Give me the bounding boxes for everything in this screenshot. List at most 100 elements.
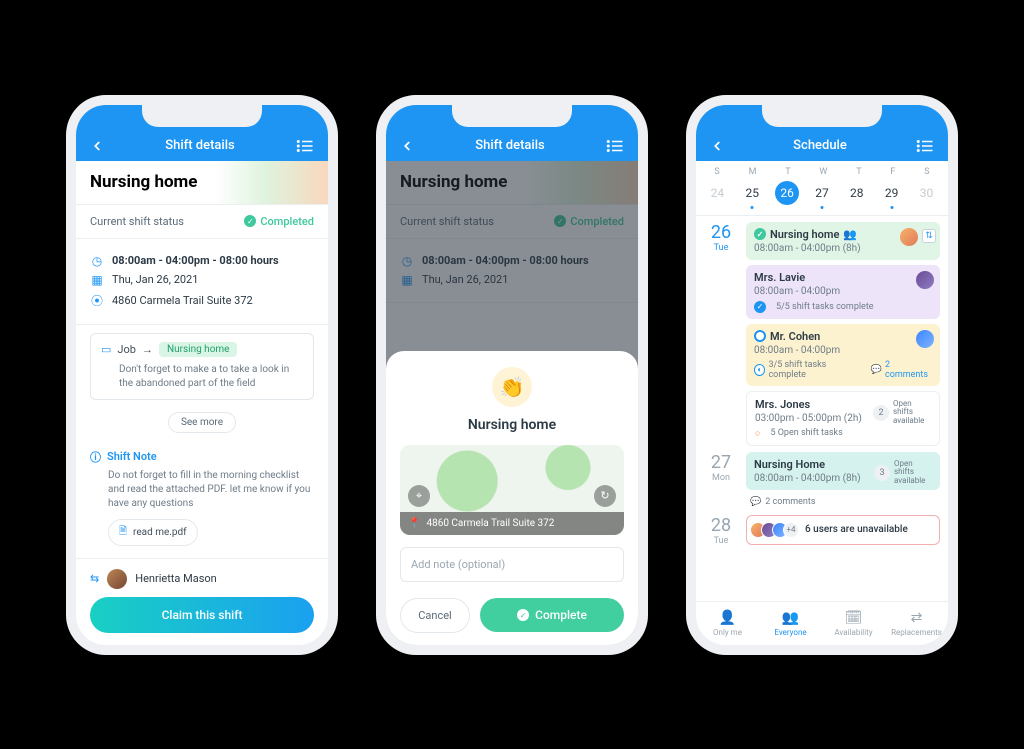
shift-title: Nursing home [90,172,197,192]
back-icon[interactable] [90,139,104,153]
shift-card[interactable]: Nursing Home 08:00am - 04:00pm (8h) 3 Op… [746,452,940,490]
cal-day[interactable]: 29 [880,181,904,205]
avatar [916,330,934,348]
comments-text: 2 comments [765,497,815,507]
cal-day[interactable]: 28 [845,181,869,205]
back-icon[interactable] [710,139,724,153]
avatar [916,271,934,289]
tasks-text: 5 Open shift tasks [770,428,842,438]
attachment-chip[interactable]: 🗎 read me.pdf [108,519,198,546]
menu-list-icon[interactable] [916,139,934,153]
shift-note-block: ⓘ Shift Note Do not forget to fill in th… [76,441,328,559]
shift-card[interactable]: ✓Nursing home 👥 08:00am - 04:00pm (8h) ⇅ [746,222,940,260]
open-shifts-badge: 2 Open shifts available [873,400,933,426]
ring-icon [754,330,766,342]
assigned-user-row[interactable]: ⇆ Henrietta Mason [76,559,328,599]
day-label: 27 Mon [704,452,738,509]
avatar [900,228,918,246]
status-value-wrap: ✓ Completed [244,215,314,228]
cal-day[interactable]: 25 [740,181,764,205]
device-notch [452,105,572,127]
weekday: M [749,167,757,177]
day-num: 27 [704,452,738,473]
unavailable-card[interactable]: +4 6 users are unavailable [746,515,940,545]
see-more-button[interactable]: See more [168,412,236,433]
users-icon: 👥 [782,610,799,626]
claim-shift-button[interactable]: Claim this shift [90,597,314,633]
shift-card[interactable]: Mr. Cohen 08:00am - 04:00pm ◐3/5 shift t… [746,324,940,386]
menu-list-icon[interactable] [606,139,624,153]
open-count: 3 [874,465,890,481]
sheet-title: Nursing home [400,417,624,433]
nav-label: Everyone [774,628,806,637]
nav-replacements[interactable]: ⇄Replacements [885,602,948,645]
info-block: ◷ 08:00am - 04:00pm - 08:00 hours ▦ Thu,… [76,239,328,325]
card-title: Mrs. Jones [755,398,810,411]
day-num: 26 [704,222,738,243]
phone-schedule: Schedule S M T W T F S 24 25 26 27 28 29… [686,95,958,655]
date-text: Thu, Jan 26, 2021 [112,273,198,286]
card-title: Mr. Cohen [770,330,820,343]
shift-note-head: ⓘ Shift Note [90,449,314,465]
job-badge: Nursing home [159,342,238,357]
job-label: Job [117,343,136,356]
nav-label: Replacements [891,628,942,637]
open-text: Open shifts available [893,400,933,426]
day-name: Tue [704,536,738,546]
nav-availability[interactable]: 🗓Availability [822,602,885,645]
weekday: S [924,167,929,177]
cal-day[interactable]: 24 [705,181,729,205]
nav-everyone[interactable]: 👥 Everyone [759,602,822,645]
menu-list-icon[interactable] [296,139,314,153]
locate-icon[interactable]: ⌖ [408,485,430,507]
schedule-body[interactable]: 26 Tue ✓ Nursing home 👥 08:00am - 04:00pm… [696,216,948,624]
check-circle-icon: ✓ [517,609,529,621]
sheet-actions: Cancel ✓ Complete [400,598,624,633]
note-input[interactable]: Add note (optional) [400,547,624,582]
complete-button[interactable]: ✓ Complete [480,598,624,632]
see-more-wrap: See more [76,410,328,433]
user-icon: 👤 [719,610,736,626]
status-row: Current shift status ✓ Completed [76,205,328,239]
nav-only-me[interactable]: 👤Only me [696,602,759,645]
cal-day[interactable]: 30 [914,181,938,205]
check-circle-icon: ✓ [754,228,766,240]
tasks-text: 3/5 shift tasks complete [768,360,860,380]
note-placeholder: Add note (optional) [411,558,505,571]
cards: ✓Nursing home 👥 08:00am - 04:00pm (8h) ⇅… [746,222,940,446]
screen: Nursing home Current shift status ✓ Comp… [76,161,328,645]
location-pin-icon: ⦿ [90,292,104,309]
back-icon[interactable] [400,139,414,153]
open-icon: ○ [755,428,760,439]
users-icon: 👥 [843,228,857,241]
map-preview[interactable]: ⌖ ↻ 📍 4860 Carmela Trail Suite 372 [400,445,624,535]
cal-day-selected[interactable]: 26 [775,181,799,205]
arrow-right-icon: → [142,343,153,356]
shift-card[interactable]: Mrs. Jones 03:00pm - 05:00pm (2h) ○5 Ope… [746,391,940,446]
cancel-button[interactable]: Cancel [400,598,470,633]
phone-shift-details: Shift details Nursing home Current shift… [66,95,338,655]
progress-icon: ◐ [754,364,765,376]
cards: +4 6 users are unavailable [746,515,940,546]
refresh-icon[interactable]: ↻ [594,485,616,507]
calendar-icon: ▦ [90,273,104,287]
weekday: T [785,167,790,177]
address-row: ⦿ 4860 Carmela Trail Suite 372 [90,292,314,309]
weekday: T [856,167,861,177]
card-title: Nursing home [770,228,839,241]
shift-note-label: Shift Note [107,450,157,463]
complete-label: Complete [535,608,587,622]
card-time: 08:00am - 04:00pm [754,345,932,356]
shift-card[interactable]: Mrs. Lavie 08:00am - 04:00pm ✓5/5 shift … [746,265,940,319]
clap-icon: 👏 [492,367,532,407]
job-note: Don't forget to make a to take a look in… [101,363,303,391]
open-text: Open shifts available [894,460,934,486]
device-notch [142,105,262,127]
comment-icon: 💬 [871,365,882,375]
weekday-row: S M T W T F S [696,161,948,179]
status-value: Completed [260,215,314,228]
location-pin-icon: 📍 [408,518,420,529]
cal-day[interactable]: 27 [810,181,834,205]
address-text: 4860 Carmela Trail Suite 372 [112,294,253,307]
briefcase-icon: ▭ [101,343,111,356]
